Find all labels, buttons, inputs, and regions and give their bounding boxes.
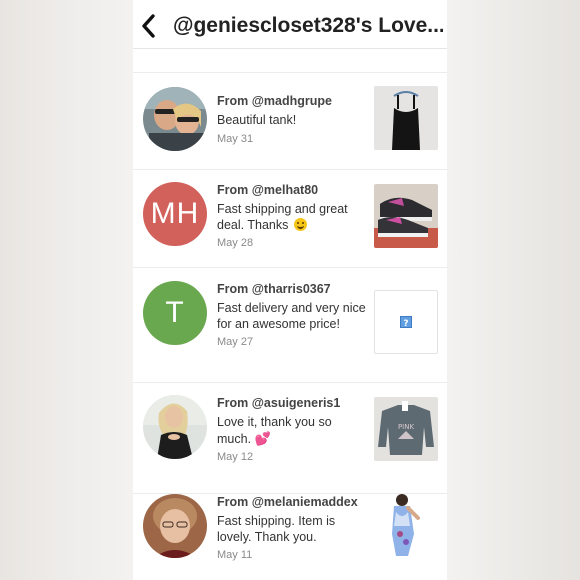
item-thumbnail[interactable]: ?: [374, 290, 438, 354]
avatar: MH: [143, 182, 207, 246]
review-message-text: Love it, thank you so much.: [217, 415, 332, 446]
review-author[interactable]: From @madhgrupe: [217, 93, 367, 110]
review-author[interactable]: From @melhat80: [217, 182, 367, 199]
love-notes-screen: @geniescloset328's Love... From @madhgru…: [133, 0, 447, 580]
review-text: From @melaniemaddex Fast shipping. Item …: [217, 494, 367, 561]
avatar: [143, 87, 207, 151]
avatar: [143, 395, 207, 459]
review-date: May 28: [217, 237, 254, 249]
review-text: From @asuigeneris1 Love it, thank you so…: [217, 395, 367, 463]
list-item[interactable]: From @madhgrupe Beautiful tank! May 31: [133, 73, 447, 170]
review-date: May 27: [217, 336, 254, 348]
two-hearts-emoji-icon: 💕: [254, 430, 271, 446]
svg-text:?: ?: [403, 319, 408, 329]
review-date: May 11: [217, 549, 253, 561]
review-message: Beautiful tank!: [217, 113, 297, 127]
review-message: Love it, thank you so much. 💕: [217, 415, 367, 447]
list-item[interactable]: T From @tharris0367 Fast delivery and ve…: [133, 268, 447, 383]
svg-text:PINK: PINK: [398, 423, 415, 431]
review-message: Fast delivery and very nice for an aweso…: [217, 301, 366, 331]
review-text: From @tharris0367 Fast delivery and very…: [217, 281, 367, 348]
review-message: Fast shipping. Item is lovely. Thank you…: [217, 514, 336, 544]
review-date: May 12: [217, 451, 254, 463]
item-thumbnail[interactable]: [374, 184, 438, 248]
top-nav-bar: @geniescloset328's Love...: [133, 0, 447, 49]
item-thumbnail[interactable]: [374, 86, 438, 150]
list-item[interactable]: MH From @melhat80 Fast shipping and grea…: [133, 170, 447, 268]
item-thumbnail[interactable]: PINK: [374, 397, 438, 461]
review-author[interactable]: From @melaniemaddex: [217, 494, 367, 511]
list-item[interactable]: From @melaniemaddex Fast shipping. Item …: [133, 494, 447, 580]
review-text: From @melhat80 Fast shipping and great d…: [217, 182, 367, 249]
item-thumbnail[interactable]: [374, 494, 438, 558]
review-message-text: Fast shipping and great deal. Thanks: [217, 202, 348, 232]
review-text: From @madhgrupe Beautiful tank! May 31: [217, 93, 367, 145]
page-title: @geniescloset328's Love...: [173, 14, 443, 37]
avatar: [143, 494, 207, 558]
missing-image-icon: ?: [400, 316, 412, 329]
review-author[interactable]: From @tharris0367: [217, 281, 367, 298]
list-item[interactable]: From @asuigeneris1 Love it, thank you so…: [133, 383, 447, 494]
chevron-left-icon[interactable]: [138, 13, 160, 39]
review-author[interactable]: From @asuigeneris1: [217, 395, 367, 412]
review-date: May 31: [217, 132, 254, 145]
review-message: Fast shipping and great deal. Thanks: [217, 202, 367, 233]
avatar: T: [143, 281, 207, 345]
smiling-face-emoji-icon: [293, 217, 307, 231]
